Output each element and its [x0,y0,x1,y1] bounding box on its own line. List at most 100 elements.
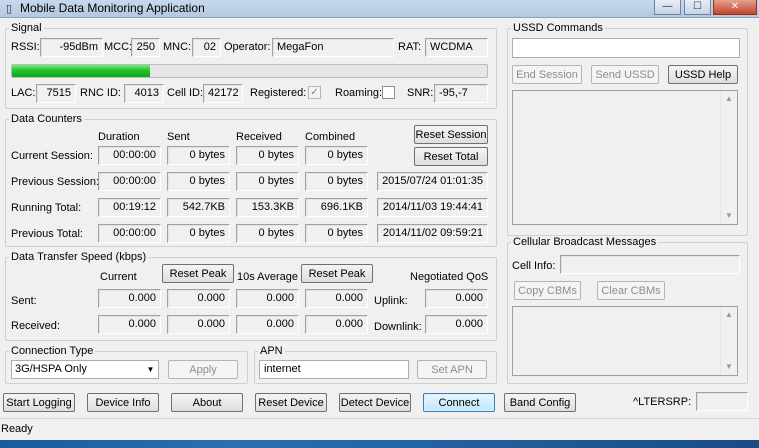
send-ussd-button[interactable]: Send USSD [591,65,659,84]
speed-received-current: 0.000 [98,315,161,334]
dropdown-arrow-icon[interactable]: ▼ [143,361,158,378]
cell-info-field [560,255,740,274]
received-label: Received: [11,320,60,332]
mcc-label: MCC: [104,41,133,53]
lac-field: 7515 [36,84,76,103]
apn-input[interactable]: internet [259,360,409,379]
counter-combined: 696.1KB [305,198,368,217]
counter-date: 2014/11/02 09:59:21 [377,224,488,243]
counter-sent: 0 bytes [167,224,230,243]
title-bar[interactable]: ▯ Mobile Data Monitoring Application — ☐… [0,0,759,18]
rat-label: RAT: [398,41,422,53]
start-logging-button[interactable]: Start Logging [3,393,75,412]
app-icon: ▯ [5,3,13,15]
scroll-down-icon[interactable]: ▼ [721,359,737,375]
speed-sent-peak: 0.000 [167,289,230,308]
signal-strength-fill [12,65,150,77]
counter-received: 0 bytes [236,172,299,191]
ussd-help-button[interactable]: USSD Help [668,65,738,84]
cbm-scrollbar[interactable]: ▲ ▼ [720,307,737,375]
cell-info-label: Cell Info: [512,260,556,272]
speed-received-avg-peak: 0.000 [305,315,368,334]
set-apn-button[interactable]: Set APN [417,360,487,379]
main-window: ▯ Mobile Data Monitoring Application — ☐… [0,0,759,448]
counter-date: 2015/07/24 01:01:35 [377,172,488,191]
rnc-field: 4013 [124,84,164,103]
lte-rsrp-label: ^LTERSRP: [633,396,692,408]
connection-type-value: 3G/HSPA Only [15,363,87,375]
connect-button[interactable]: Connect [423,393,495,412]
cbm-message-area[interactable]: ▲ ▼ [512,306,738,376]
operator-label: Operator: [224,41,271,53]
close-button[interactable]: ✕ [713,0,757,15]
counter-row-label: Running Total: [11,202,82,214]
connection-type-select[interactable]: 3G/HSPA Only ▼ [11,360,159,379]
window-title: Mobile Data Monitoring Application [20,1,205,15]
sent-label: Sent: [11,295,37,307]
downlink-field: 0.000 [425,315,488,334]
ussd-scrollbar[interactable]: ▲ ▼ [720,91,737,224]
about-button[interactable]: About [171,393,243,412]
maximize-button[interactable]: ☐ [684,0,711,15]
reset-device-button[interactable]: Reset Device [255,393,327,412]
copy-cbms-button[interactable]: Copy CBMs [514,281,581,300]
reset-total-button[interactable]: Reset Total [414,147,488,166]
scroll-down-icon[interactable]: ▼ [721,208,737,224]
apply-button[interactable]: Apply [168,360,238,379]
end-session-button[interactable]: End Session [512,65,582,84]
scroll-up-icon[interactable]: ▲ [721,91,737,107]
reset-peak-current-button[interactable]: Reset Peak [162,264,234,283]
counter-combined: 0 bytes [305,172,368,191]
taskbar [0,440,759,448]
counter-received: 153.3KB [236,198,299,217]
cbm-title: Cellular Broadcast Messages [511,236,659,248]
counter-duration: 00:00:00 [98,172,161,191]
cell-id-label: Cell ID: [167,87,204,99]
roaming-label: Roaming: [335,87,383,99]
col-combined: Combined [305,131,356,143]
ussd-input[interactable] [512,38,740,58]
status-text: Ready [1,423,33,435]
counter-row-label: Current Session: [11,150,93,162]
mnc-field: 02 [192,38,221,57]
cell-id-field: 42172 [203,84,243,103]
data-counters-title: Data Counters [9,113,84,125]
speed-received-average: 0.000 [236,315,299,334]
counter-duration: 00:00:00 [98,146,161,165]
rnc-label: RNC ID: [80,87,121,99]
clear-cbms-button[interactable]: Clear CBMs [597,281,665,300]
apn-title: APN [258,345,285,357]
speed-sent-avg-peak: 0.000 [305,289,368,308]
rssi-field: -95dBm [40,38,103,57]
counter-row-label: Previous Session: [11,176,100,188]
signal-group-title: Signal [9,22,44,34]
detect-device-button[interactable]: Detect Device [339,393,411,412]
col-sent: Sent [167,131,190,143]
lac-label: LAC: [11,87,36,99]
minimize-button[interactable]: — [654,0,681,15]
reset-session-button[interactable]: Reset Session [414,125,488,144]
rssi-label: RSSI: [11,41,40,53]
lte-rsrp-field [696,392,748,411]
connection-type-title: Connection Type [9,345,96,357]
reset-peak-avg-button[interactable]: Reset Peak [301,264,373,283]
downlink-label: Downlink: [374,321,422,333]
roaming-checkbox[interactable] [382,86,395,99]
scroll-up-icon[interactable]: ▲ [721,307,737,323]
counter-sent: 0 bytes [167,172,230,191]
mnc-label: MNC: [163,41,192,53]
signal-strength-bar [11,64,488,78]
uplink-field: 0.000 [425,289,488,308]
operator-field: MegaFon [272,38,394,57]
band-config-button[interactable]: Band Config [504,393,576,412]
counter-duration: 00:19:12 [98,198,161,217]
registered-checkbox[interactable]: ✓ [308,86,321,99]
uplink-label: Uplink: [374,295,408,307]
avg-label: 10s Average [237,271,298,283]
mcc-field: 250 [131,38,160,57]
data-speed-title: Data Transfer Speed (kbps) [9,251,149,263]
counter-combined: 0 bytes [305,146,368,165]
device-info-button[interactable]: Device Info [87,393,159,412]
counter-received: 0 bytes [236,146,299,165]
ussd-response-area[interactable]: ▲ ▼ [512,90,738,225]
